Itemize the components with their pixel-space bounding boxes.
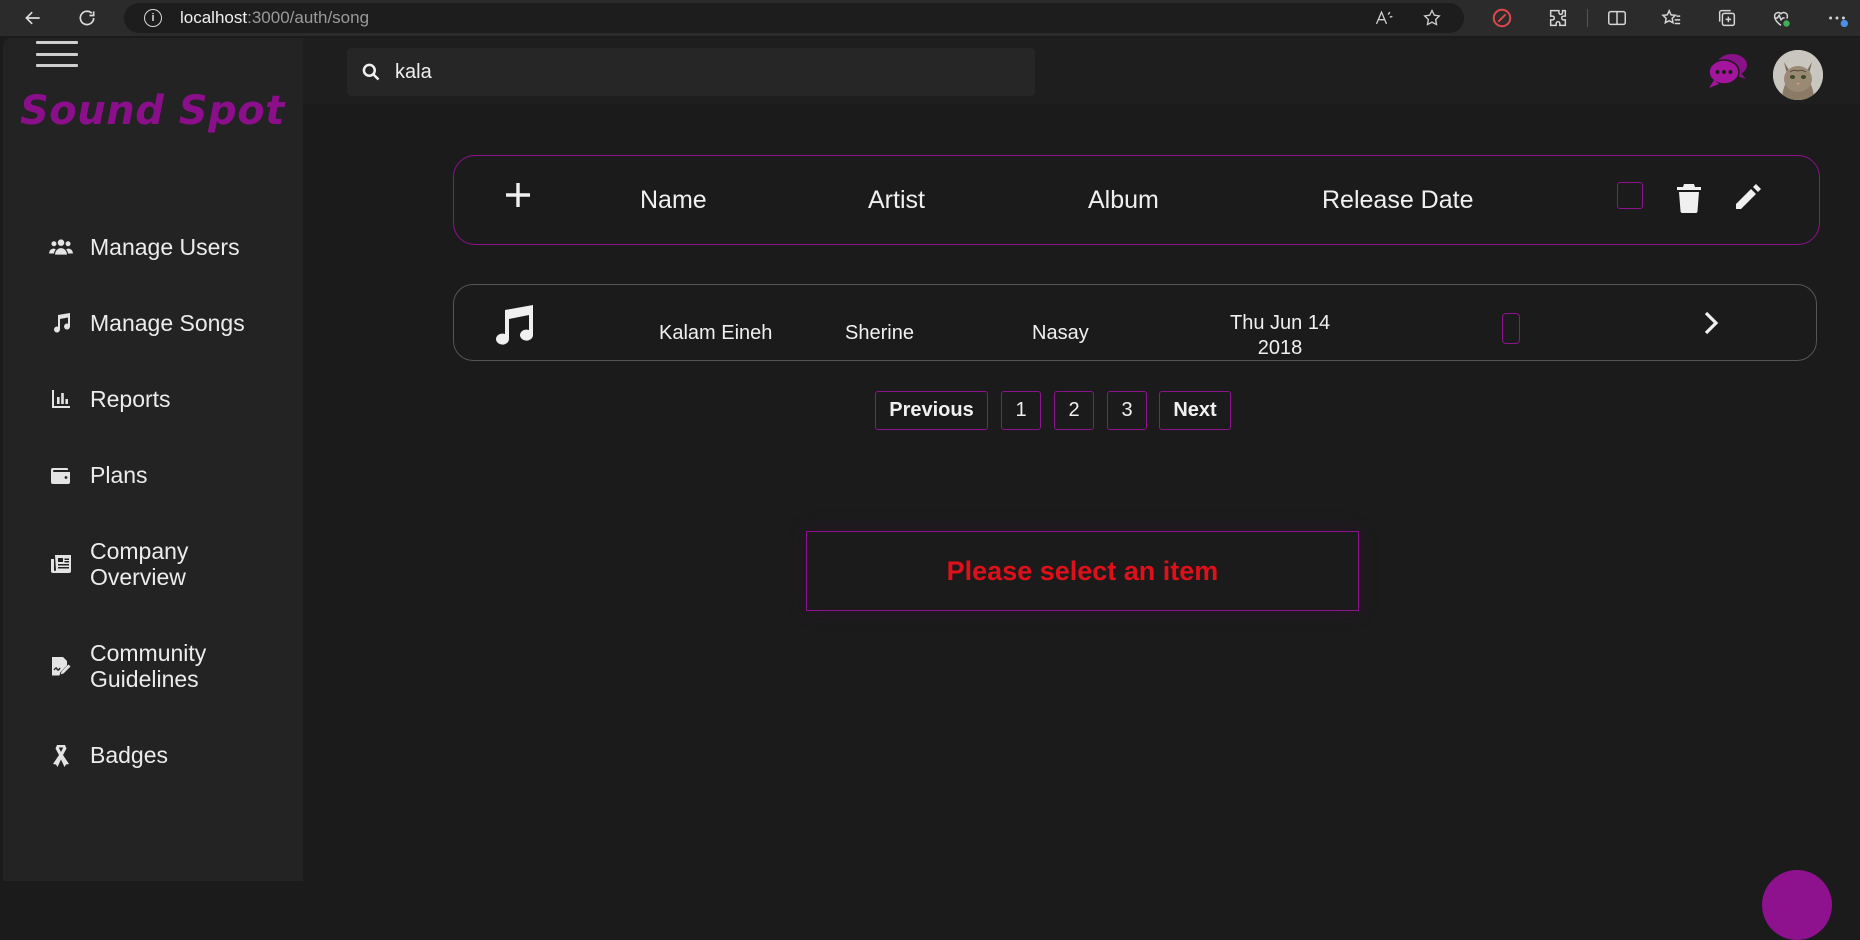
favorite-star-icon[interactable] xyxy=(1422,8,1442,28)
page-1-button[interactable]: 1 xyxy=(1001,391,1041,430)
brand-logo: Sound Spot xyxy=(20,88,285,134)
sidebar-item-badges[interactable]: Badges xyxy=(48,742,168,768)
sidebar-item-manage-songs[interactable]: Manage Songs xyxy=(48,310,245,336)
url-path: :3000/auth/song xyxy=(247,8,370,27)
previous-page-button[interactable]: Previous xyxy=(875,391,988,430)
search-input[interactable] xyxy=(395,60,995,84)
browser-toolbar: i localhost:3000/auth/song xyxy=(0,0,1860,36)
selection-message-box: Please select an item xyxy=(806,531,1359,611)
music-note-icon xyxy=(496,305,534,345)
favorites-icon[interactable] xyxy=(1660,7,1682,29)
sidebar-item-label: Badges xyxy=(90,742,169,768)
chat-bubbles-icon[interactable] xyxy=(1706,50,1750,92)
search-icon xyxy=(362,63,380,81)
cat-avatar-icon xyxy=(1773,50,1823,100)
cell-artist: Sherine xyxy=(845,322,914,344)
users-icon xyxy=(48,234,74,260)
sidebar-item-company-overview[interactable]: Company Overview xyxy=(48,538,188,590)
sidebar-item-manage-users[interactable]: Manage Users xyxy=(48,234,240,260)
split-screen-icon[interactable] xyxy=(1606,7,1628,29)
column-header-album: Album xyxy=(1088,186,1159,214)
sidebar-item-label: Reports xyxy=(90,386,171,412)
cell-song-name: Kalam Eineh xyxy=(659,322,773,344)
ribbon-icon xyxy=(48,742,74,768)
cell-release-date: Thu Jun 14 2018 xyxy=(1230,311,1330,361)
sidebar-item-label: Manage Users xyxy=(90,234,240,260)
column-header-release-date: Release Date xyxy=(1322,186,1474,214)
wallet-icon xyxy=(48,462,74,488)
cell-release-date-line1: Thu Jun 14 xyxy=(1230,312,1331,334)
bar-chart-icon xyxy=(48,386,74,412)
add-song-button[interactable] xyxy=(503,180,533,210)
address-bar[interactable]: i localhost:3000/auth/song xyxy=(124,3,1464,33)
extensions-puzzle-icon[interactable] xyxy=(1547,7,1569,29)
sidebar-item-community-guidelines[interactable]: Community Guidelines xyxy=(48,640,206,692)
sidebar-item-label: Manage Songs xyxy=(90,310,245,336)
sidebar-item-label: Community Guidelines xyxy=(90,640,207,692)
page-3-button[interactable]: 3 xyxy=(1107,391,1147,430)
delete-trash-icon[interactable] xyxy=(1676,183,1702,213)
toolbar-separator xyxy=(1587,9,1588,27)
cell-album: Nasay xyxy=(1032,322,1089,344)
reload-button[interactable] xyxy=(70,1,104,35)
selection-message: Please select an item xyxy=(946,555,1219,586)
hamburger-menu-icon[interactable] xyxy=(36,41,78,67)
page-2-button[interactable]: 2 xyxy=(1054,391,1094,430)
collections-icon[interactable] xyxy=(1716,7,1738,29)
cell-release-date-line2: 2018 xyxy=(1257,337,1303,359)
music-note-icon xyxy=(48,310,74,336)
reload-icon xyxy=(79,10,95,26)
select-all-checkbox[interactable] xyxy=(1617,182,1643,209)
url-host: localhost xyxy=(180,8,248,27)
arrow-left-icon xyxy=(25,11,40,25)
sidebar-item-plans[interactable]: Plans xyxy=(48,462,148,488)
sidebar-item-label: Plans xyxy=(90,462,148,488)
signature-icon xyxy=(48,653,74,679)
sidebar-item-reports[interactable]: Reports xyxy=(48,386,171,412)
site-info-icon[interactable]: i xyxy=(144,9,162,27)
table-row[interactable] xyxy=(453,284,1817,361)
more-options-icon[interactable] xyxy=(1826,7,1848,29)
browser-health-icon[interactable] xyxy=(1770,7,1792,29)
row-checkbox[interactable] xyxy=(1502,313,1520,344)
blocker-extension-icon[interactable] xyxy=(1491,7,1513,29)
next-page-button[interactable]: Next xyxy=(1159,391,1231,430)
sidebar-item-label: Company Overview xyxy=(90,538,189,590)
newspaper-icon xyxy=(48,551,74,577)
edit-pencil-icon[interactable] xyxy=(1733,182,1763,212)
back-button[interactable] xyxy=(16,1,50,35)
read-aloud-icon[interactable] xyxy=(1374,8,1394,28)
column-header-name: Name xyxy=(640,186,707,214)
avatar[interactable] xyxy=(1773,50,1823,100)
column-header-artist: Artist xyxy=(868,186,925,214)
search-bar[interactable] xyxy=(347,48,1035,96)
chevron-right-icon[interactable] xyxy=(1702,310,1720,336)
